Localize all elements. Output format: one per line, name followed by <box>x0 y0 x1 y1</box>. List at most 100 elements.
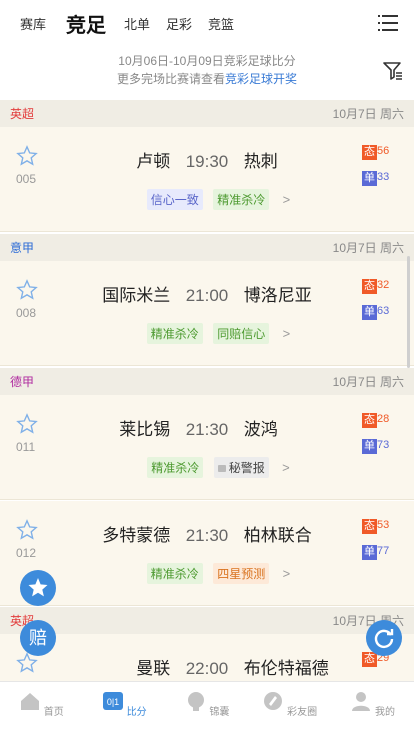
tai-badge: 态 <box>362 145 377 161</box>
tag-row[interactable]: 信心一致 精准杀冷 > <box>0 189 414 210</box>
nav-label: 比分 <box>126 707 147 718</box>
tai-indicator: 态 56 <box>362 145 390 161</box>
dan-badge: 单 <box>362 545 377 561</box>
match-time: 19:30 <box>185 152 229 171</box>
refresh-icon <box>374 629 394 649</box>
info-line1: 10月06日-10月09日竞彩足球比分 <box>118 54 296 68</box>
dan-value: 73 <box>377 439 390 451</box>
chevron-right-icon[interactable]: > <box>283 192 291 207</box>
away-team: 博洛尼亚 <box>243 286 312 305</box>
nav-tips[interactable]: 锦囊 <box>166 682 249 736</box>
chevron-right-icon[interactable]: > <box>283 566 291 581</box>
odds-float-button[interactable]: 赔 <box>20 620 56 656</box>
scoreboard-icon: 0|1 <box>102 692 123 710</box>
match-time: 21:00 <box>185 286 229 305</box>
away-team: 热刺 <box>243 152 278 171</box>
nav-home[interactable]: 首页 <box>0 682 83 736</box>
tag[interactable]: 精准杀冷 <box>146 563 203 584</box>
match-row[interactable]: 011 莱比锡 21:30 波鸿 精准杀冷 秘警报 > 态 28 单 73 <box>0 395 414 500</box>
league-name: 英超 <box>10 107 35 121</box>
tai-value: 28 <box>377 413 390 425</box>
nav-label: 锦囊 <box>209 707 230 718</box>
chevron-right-icon[interactable]: > <box>283 326 291 341</box>
league-header[interactable]: 德甲 10月7日 周六 <box>0 368 414 395</box>
home-team: 卢顿 <box>136 152 171 171</box>
info-prefix: 更多完场比赛请查看 <box>116 72 225 86</box>
dan-badge: 单 <box>362 439 377 455</box>
favorite-float-button[interactable] <box>20 570 56 606</box>
league-header[interactable]: 意甲 10月7日 周六 <box>0 234 414 261</box>
home-team: 多特蒙德 <box>102 526 171 545</box>
tab-jingzu[interactable]: 竞足 <box>66 9 106 38</box>
dan-indicator: 单 33 <box>362 171 389 187</box>
tag[interactable]: 精准杀冷 <box>147 457 204 478</box>
dan-indicator: 单 73 <box>362 439 390 455</box>
tag[interactable]: 精准杀冷 <box>146 323 203 344</box>
tag[interactable]: 精准杀冷 <box>213 189 270 210</box>
tai-badge: 态 <box>362 413 377 429</box>
match-row[interactable]: 012 多特蒙德 21:30 柏林联合 精准杀冷 四星预测 > 态 53 单 77 <box>0 501 414 606</box>
dan-value: 63 <box>377 305 390 317</box>
home-team: 国际米兰 <box>102 286 171 305</box>
match-time: 22:00 <box>185 659 229 678</box>
away-team: 波鸿 <box>243 420 278 439</box>
league-date: 10月7日 周六 <box>332 241 404 255</box>
tai-indicator: 态 32 <box>362 279 390 295</box>
match-teams: 多特蒙德 21:30 柏林联合 <box>0 521 414 546</box>
tai-value: 32 <box>377 279 390 291</box>
dan-badge: 单 <box>362 305 377 321</box>
star-icon <box>28 578 48 597</box>
tag[interactable]: 四星预测 <box>213 563 270 584</box>
nav-profile[interactable]: 我的 <box>331 682 414 736</box>
home-team: 曼联 <box>136 659 171 678</box>
refresh-button[interactable] <box>366 620 402 656</box>
dan-badge: 单 <box>362 171 377 187</box>
nav-label: 彩友圈 <box>287 707 318 718</box>
league-name: 意甲 <box>10 241 35 255</box>
dan-indicator: 单 63 <box>362 305 390 321</box>
league-name: 德甲 <box>10 375 35 389</box>
scrollbar[interactable] <box>407 256 410 368</box>
tab-beidan[interactable]: 北单 <box>124 14 150 33</box>
results-link[interactable]: 竞彩足球开奖 <box>225 72 297 86</box>
match-number: 005 <box>16 172 37 186</box>
match-row[interactable]: 005 卢顿 19:30 热刺 信心一致 精准杀冷 > 态 56 单 33 <box>0 127 414 232</box>
tab-jinglan[interactable]: 竞篮 <box>208 14 234 33</box>
league-date: 10月7日 周六 <box>332 375 404 389</box>
tag[interactable]: 同赔信心 <box>213 323 270 344</box>
bottom-nav: 首页 0|1 比分 锦囊 彩友圈 我的 <box>0 681 414 736</box>
dan-indicator: 单 77 <box>362 545 390 561</box>
match-row[interactable]: 008 国际米兰 21:00 博洛尼亚 精准杀冷 同赔信心 > 态 32 单 63 <box>0 261 414 366</box>
menu-icon[interactable] <box>378 15 398 31</box>
nav-label: 首页 <box>43 707 64 718</box>
tai-value: 56 <box>377 145 390 157</box>
match-teams: 莱比锡 21:30 波鸿 <box>0 415 414 440</box>
league-header[interactable]: 英超 10月7日 周六 <box>0 100 414 127</box>
match-time: 21:30 <box>185 420 229 439</box>
tag-label: 秘警报 <box>228 461 265 475</box>
league-header[interactable]: 英超 10月7日 周六 <box>0 607 414 634</box>
tag[interactable]: 信心一致 <box>146 189 203 210</box>
user-icon <box>352 692 371 711</box>
chevron-right-icon[interactable]: > <box>282 460 290 475</box>
tai-badge: 态 <box>362 279 377 295</box>
home-icon <box>21 693 39 710</box>
tai-value: 53 <box>377 519 390 531</box>
away-team: 布伦特福德 <box>243 659 329 678</box>
tag[interactable]: 秘警报 <box>213 457 269 478</box>
lock-icon <box>217 465 226 472</box>
nav-scores[interactable]: 0|1 比分 <box>83 682 166 736</box>
tab-saiku[interactable]: 赛库 <box>20 14 46 33</box>
match-teams: 曼联 22:00 布伦特福德 <box>0 654 414 679</box>
dan-value: 77 <box>377 545 390 557</box>
nav-community[interactable]: 彩友圈 <box>248 682 331 736</box>
filter-icon[interactable] <box>382 60 404 82</box>
svg-text:0|1: 0|1 <box>107 697 119 707</box>
tag-row[interactable]: 精准杀冷 四星预测 > <box>0 563 414 584</box>
match-time: 21:30 <box>185 526 229 545</box>
tag-row[interactable]: 精准杀冷 秘警报 > <box>0 457 414 478</box>
tab-zucai[interactable]: 足彩 <box>166 14 192 33</box>
match-number: 012 <box>16 546 37 560</box>
tag-row[interactable]: 精准杀冷 同赔信心 > <box>0 323 414 344</box>
match-number: 011 <box>16 440 36 454</box>
